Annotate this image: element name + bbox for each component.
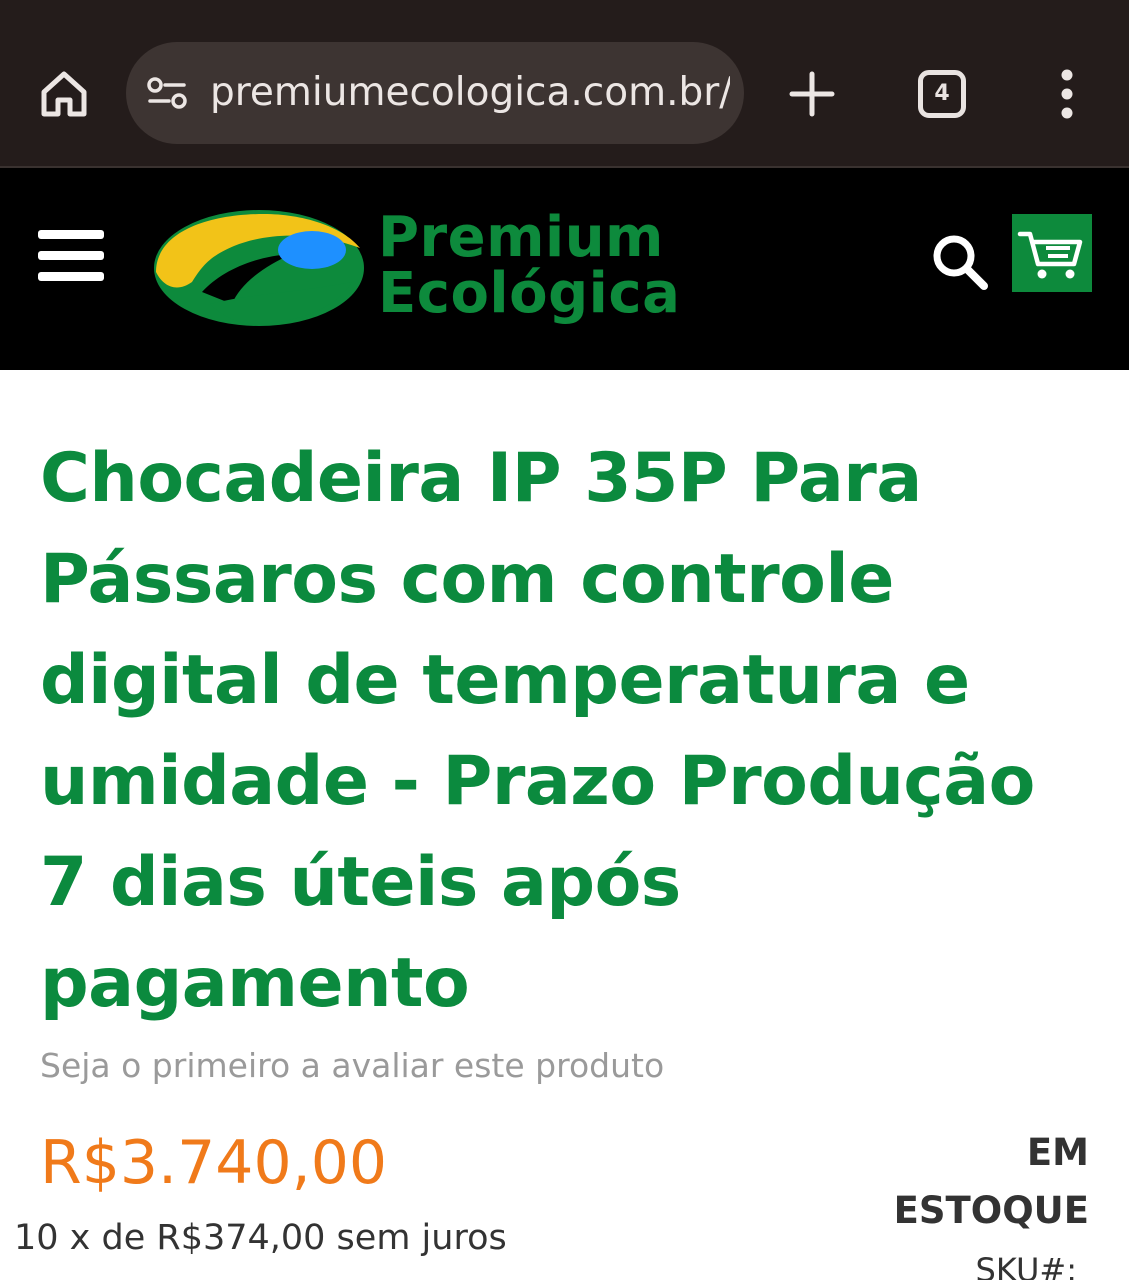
brand-line-1: Premium	[378, 205, 664, 270]
browser-toolbar: premiumecologica.com.br/c 4	[0, 0, 1129, 168]
home-icon	[41, 71, 87, 117]
brand-line-2: Ecológica	[378, 261, 681, 326]
url-text[interactable]: premiumecologica.com.br/c	[210, 66, 730, 120]
search-button[interactable]	[930, 232, 990, 292]
product-title: Chocadeira IP 35P Para Pássaros com cont…	[40, 439, 1035, 1023]
nav-menu-button[interactable]	[38, 228, 104, 284]
sku-label: SKU#:	[975, 1251, 1077, 1280]
home-button[interactable]	[38, 68, 90, 120]
more-vert-icon	[1061, 69, 1073, 119]
stock-line-2: ESTOQUE	[893, 1189, 1089, 1232]
address-bar[interactable]: premiumecologica.com.br/c	[126, 42, 744, 144]
stock-status: EM ESTOQUE	[829, 1124, 1089, 1240]
logo-icon[interactable]	[152, 208, 366, 328]
site-header: Premium Ecológica	[0, 168, 1129, 370]
stock-line-1: EM	[1026, 1131, 1089, 1174]
tab-switcher-icon[interactable]: 4	[918, 70, 966, 118]
installments-text: 10 x de R$374,00 sem juros	[14, 1218, 507, 1258]
search-icon	[933, 235, 988, 290]
cart-icon	[1017, 231, 1083, 279]
plus-icon	[789, 71, 835, 117]
product-price: R$3.740,00	[40, 1128, 388, 1198]
tune-icon[interactable]	[146, 76, 188, 110]
review-link[interactable]: Seja o primeiro a avaliar este produto	[40, 1044, 664, 1088]
hamburger-icon	[38, 230, 104, 281]
cart-button[interactable]	[1012, 214, 1092, 292]
more-options-button[interactable]	[1050, 68, 1084, 120]
brand-name[interactable]: Premium Ecológica	[378, 210, 698, 322]
new-tab-button[interactable]	[788, 70, 836, 118]
